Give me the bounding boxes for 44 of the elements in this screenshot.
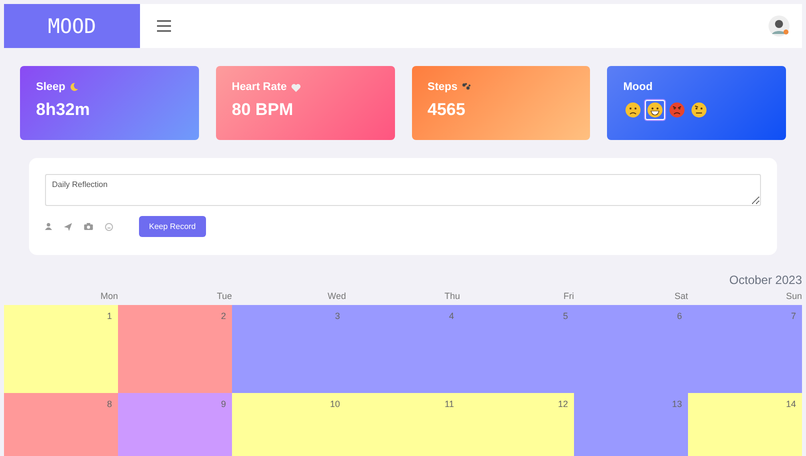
card-value: 80 BPM [232,100,294,120]
mood-option[interactable] [689,100,710,120]
day-cell[interactable]: 7 [688,305,802,393]
day-cell[interactable]: 13 [574,393,688,456]
card-value: 8h32m [36,100,91,120]
day-cell[interactable]: 8 [4,393,118,456]
card-label: Sleep [36,81,66,93]
day-cell[interactable]: 12 [460,393,574,456]
day-cell[interactable]: 10 [232,393,346,456]
logo[interactable]: MOOD [4,4,140,48]
day-cell[interactable]: 1 [4,305,118,393]
weekday-label: Sun [784,291,802,303]
mood-option[interactable] [667,100,688,120]
person-icon[interactable] [45,223,52,230]
weekday-label: Mon [99,291,118,303]
weekday-label: Tue [216,291,232,303]
day-cell[interactable]: 2 [118,305,232,393]
card-label: Mood [623,81,653,93]
heart-icon [290,82,301,92]
camera-icon[interactable] [84,223,93,230]
calendar-title: October 2023 [728,273,802,289]
weekday-label: Wed [326,291,346,303]
card-label: Heart Rate [232,81,287,93]
card-value: 4565 [428,100,466,120]
avatar-icon[interactable] [768,15,790,37]
day-cell[interactable]: 4 [346,305,460,393]
mood-option[interactable] [645,100,666,120]
weekday-label: Fri [562,291,574,303]
card-label: Steps [428,81,458,93]
paw-icon [461,82,472,92]
weekday-label: Sat [673,291,688,303]
keep-record-button[interactable]: Keep Record [139,216,206,237]
day-cell[interactable]: 5 [460,305,574,393]
send-icon[interactable] [64,222,72,230]
weekday-label: Thu [443,291,460,303]
moon-icon [69,82,80,92]
day-cell[interactable]: 6 [574,305,688,393]
day-cell[interactable]: 9 [118,393,232,456]
menu-icon[interactable] [157,20,171,32]
day-cell[interactable]: 11 [346,393,460,456]
day-cell[interactable]: 14 [688,393,802,456]
mood-option[interactable] [623,100,644,120]
reflection-field[interactable]: Daily Reflection [45,174,761,206]
day-cell[interactable]: 3 [232,305,346,393]
